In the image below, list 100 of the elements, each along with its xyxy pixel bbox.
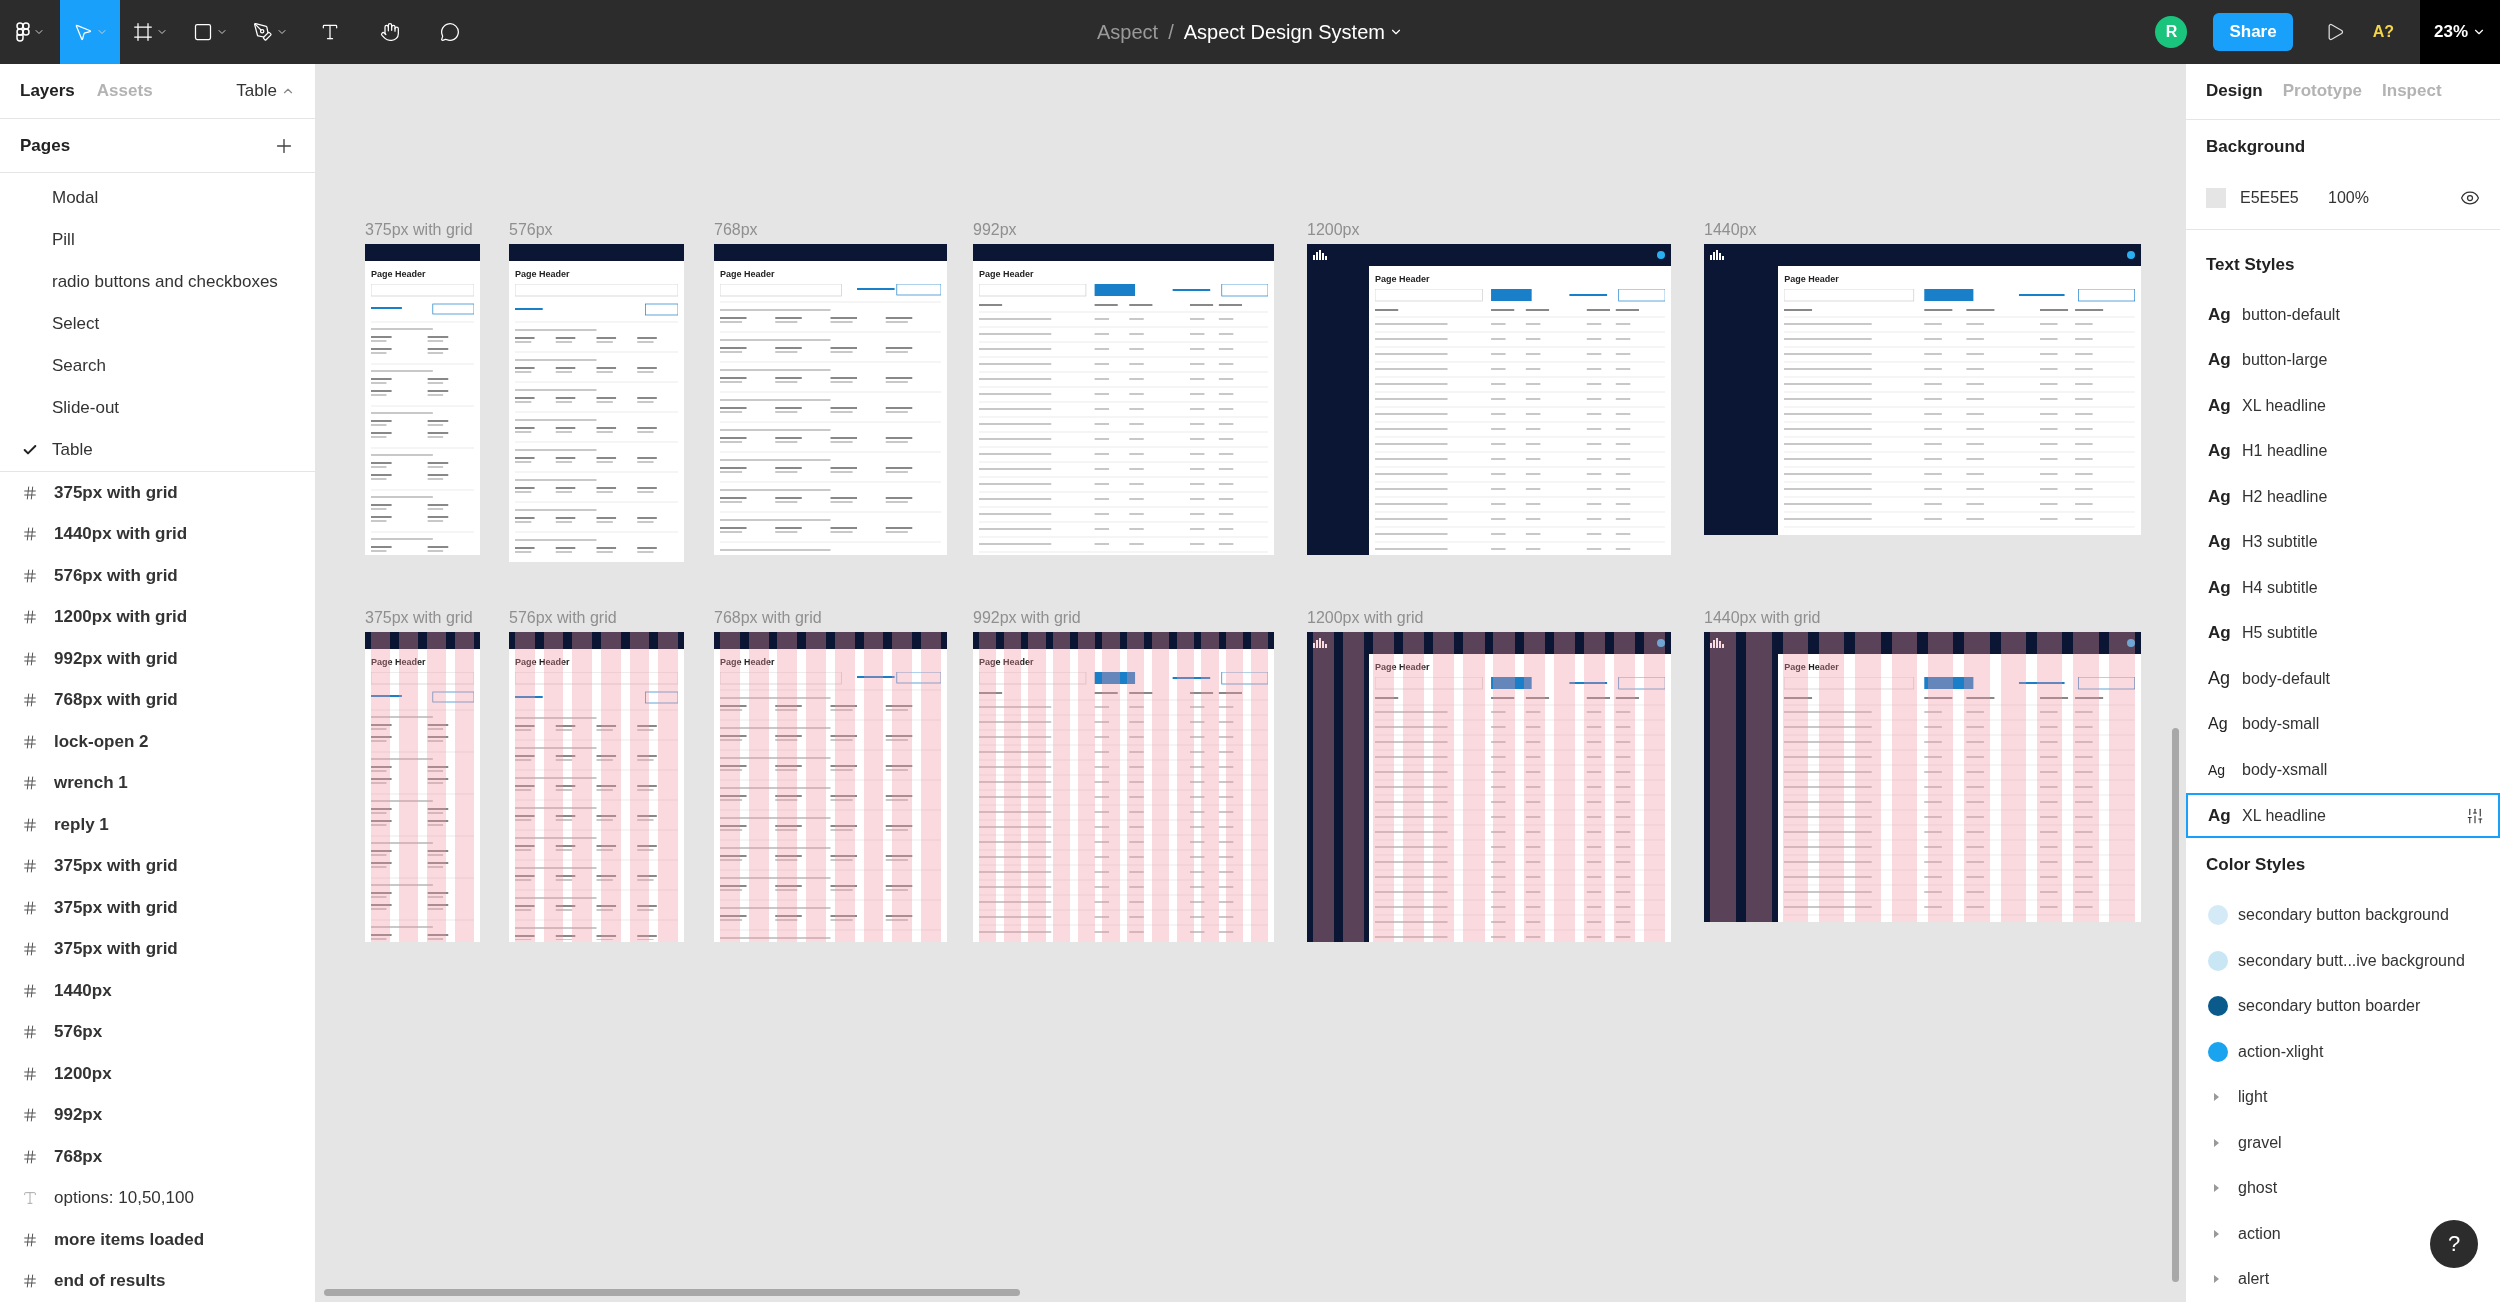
page-item[interactable]: Table bbox=[22, 429, 93, 472]
text-style-item[interactable]: Ag H2 headline bbox=[2186, 473, 2500, 520]
frame-layer-icon bbox=[22, 1231, 38, 1248]
color-style-name[interactable]: ghost bbox=[2238, 1179, 2278, 1198]
layer-item[interactable]: options: 10,50,100 bbox=[54, 1188, 194, 1209]
layer-item[interactable]: 375px with grid bbox=[54, 897, 178, 918]
style-sample: Ag bbox=[2208, 761, 2227, 778]
page-title: Page Header bbox=[979, 657, 1035, 667]
design-frame[interactable]: Page Header bbox=[1307, 632, 1671, 942]
frame-layer-icon bbox=[22, 1065, 38, 1082]
frame-layer-icon bbox=[22, 982, 38, 999]
design-frame[interactable]: Page Header bbox=[509, 244, 684, 562]
frame-label: 576px bbox=[509, 221, 553, 239]
design-frame[interactable]: Page Header bbox=[1704, 244, 2141, 535]
color-style-name[interactable]: secondary button background bbox=[2238, 906, 2449, 924]
page-title: Page Header bbox=[1374, 662, 1431, 672]
design-frame[interactable]: Page Header bbox=[509, 632, 684, 942]
style-name: XL headline bbox=[2242, 806, 2326, 825]
color-style-name[interactable]: action-xlight bbox=[2238, 1042, 2324, 1061]
style-name: H2 headline bbox=[2242, 487, 2328, 506]
design-frame[interactable]: Page Header bbox=[973, 244, 1274, 555]
layer-item[interactable]: 375px with grid bbox=[54, 482, 178, 503]
text-style-item[interactable]: Ag H3 subtitle bbox=[2186, 519, 2500, 565]
color-style-name[interactable]: light bbox=[2238, 1088, 2268, 1107]
layer-item[interactable]: 1200px bbox=[54, 1063, 112, 1084]
help-button[interactable]: ? bbox=[2430, 1220, 2478, 1268]
layer-item[interactable]: 1440px bbox=[54, 980, 112, 1001]
page-item[interactable]: Modal bbox=[22, 177, 99, 220]
avatar-icon bbox=[1657, 251, 1665, 259]
text-style-item[interactable]: Ag H4 subtitle bbox=[2186, 565, 2500, 611]
zoom-control[interactable]: 23% bbox=[2420, 0, 2500, 64]
frame-label: 1200px with grid bbox=[1307, 609, 1424, 627]
text-style-item[interactable]: Ag body-small bbox=[2186, 701, 2500, 748]
color-style-name[interactable]: action bbox=[2238, 1224, 2281, 1243]
color-swatch[interactable] bbox=[2206, 188, 2226, 209]
text-style-item[interactable]: Ag body-default bbox=[2186, 656, 2500, 702]
text-style-item[interactable]: Ag XL headline bbox=[2186, 792, 2500, 839]
logo-icon bbox=[15, 22, 30, 42]
text-style-item[interactable]: Ag button-default bbox=[2186, 291, 2500, 338]
logo-icon bbox=[1710, 250, 1724, 260]
layer-item[interactable]: 375px with grid bbox=[54, 856, 178, 877]
text-style-item[interactable]: Ag body-xsmall bbox=[2186, 747, 2500, 793]
page-item[interactable]: Pill bbox=[22, 219, 75, 262]
layer-item[interactable]: 768px bbox=[54, 1146, 103, 1167]
color-style-name[interactable]: secondary butt...ive background bbox=[2238, 951, 2465, 970]
frame-layer-icon bbox=[22, 484, 38, 501]
panel-tab[interactable]: Layers bbox=[20, 81, 75, 102]
text-style-item[interactable]: Ag H5 subtitle bbox=[2186, 610, 2500, 657]
layer-item[interactable]: more items loaded bbox=[54, 1229, 205, 1250]
layer-item[interactable]: 576px bbox=[54, 1022, 103, 1043]
frame-layer-icon bbox=[22, 858, 38, 875]
adjust-icon[interactable] bbox=[2466, 806, 2484, 825]
layer-item[interactable]: end of results bbox=[54, 1271, 166, 1292]
missing-fonts-badge[interactable]: A? bbox=[2372, 23, 2394, 41]
color-style-name[interactable]: secondary button boarder bbox=[2238, 997, 2421, 1016]
panel-tab[interactable]: Design bbox=[2206, 81, 2263, 102]
design-frame[interactable]: Page Header bbox=[714, 244, 947, 555]
page-item[interactable]: Search bbox=[22, 345, 106, 388]
color-style-name[interactable]: gravel bbox=[2238, 1133, 2282, 1152]
file-name[interactable]: Aspect Design System bbox=[1183, 20, 1385, 44]
frame-layer-icon bbox=[22, 609, 38, 626]
layer-item[interactable]: 576px with grid bbox=[54, 565, 178, 586]
design-frame[interactable]: Page Header bbox=[1307, 244, 1671, 555]
layer-item[interactable]: 1440px with grid bbox=[54, 524, 188, 545]
color-style-name[interactable]: alert bbox=[2238, 1270, 2270, 1289]
opacity-value[interactable]: 100% bbox=[2328, 189, 2369, 208]
style-sample: Ag bbox=[2208, 304, 2232, 325]
frame-layer-icon bbox=[22, 1107, 38, 1124]
page-item[interactable]: Select bbox=[22, 303, 100, 346]
frame-label: 768px with grid bbox=[714, 609, 822, 627]
layer-item[interactable]: wrench 1 bbox=[54, 773, 128, 794]
layer-item[interactable]: 992px with grid bbox=[54, 648, 178, 669]
text-style-item[interactable]: Ag XL headline bbox=[2186, 382, 2500, 429]
page-item[interactable]: Slide-out bbox=[22, 387, 120, 430]
frame-label: 375px with grid bbox=[365, 221, 473, 239]
text-style-item[interactable]: Ag button-large bbox=[2186, 337, 2500, 383]
scrollbar[interactable] bbox=[2172, 728, 2179, 1282]
layer-item[interactable]: 768px with grid bbox=[54, 690, 178, 711]
hand-icon bbox=[380, 22, 400, 42]
style-name: H5 subtitle bbox=[2242, 624, 2318, 643]
layer-item[interactable]: reply 1 bbox=[54, 814, 109, 835]
avatar-icon bbox=[2127, 639, 2135, 647]
layer-item[interactable]: lock-open 2 bbox=[54, 731, 149, 752]
design-frame[interactable]: Page Header bbox=[365, 632, 480, 942]
layer-item[interactable]: 375px with grid bbox=[54, 939, 178, 960]
page-item[interactable]: radio buttons and checkboxes bbox=[22, 261, 278, 304]
design-frame[interactable]: Page Header bbox=[1704, 632, 2141, 922]
color-hex[interactable]: E5E5E5 bbox=[2240, 189, 2314, 208]
text-style-item[interactable]: Ag H1 headline bbox=[2186, 428, 2500, 474]
scrollbar[interactable] bbox=[324, 1289, 1020, 1296]
design-frame[interactable]: Page Header bbox=[973, 632, 1274, 942]
layer-item[interactable]: 992px bbox=[54, 1105, 103, 1126]
frame-label: 375px with grid bbox=[365, 609, 473, 627]
text-icon bbox=[320, 22, 340, 42]
canvas[interactable] bbox=[316, 64, 2185, 1302]
layer-item[interactable]: 1200px with grid bbox=[54, 607, 188, 628]
page-select[interactable]: Table bbox=[236, 81, 295, 102]
design-frame[interactable]: Page Header bbox=[365, 244, 480, 555]
design-frame[interactable]: Page Header bbox=[714, 632, 947, 942]
section-title: Pages bbox=[20, 135, 71, 156]
